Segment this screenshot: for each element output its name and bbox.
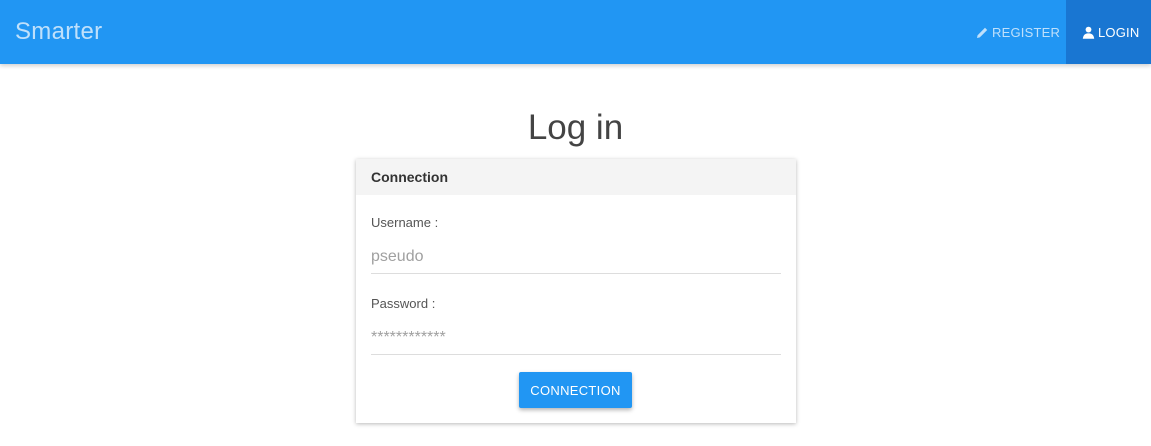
username-label: Username : — [371, 215, 439, 230]
nav-register-link[interactable]: REGISTER — [960, 0, 1066, 64]
navbar: Smarter REGISTER LOGIN — [0, 0, 1151, 64]
nav-login-link[interactable]: LOGIN — [1066, 0, 1151, 64]
username-input[interactable] — [371, 240, 781, 274]
card-header: Connection — [356, 159, 796, 195]
page-title: Log in — [527, 108, 624, 147]
login-card: Connection Username : Password : CONNECT… — [356, 159, 796, 423]
user-icon — [1081, 25, 1095, 39]
password-input[interactable] — [371, 321, 781, 355]
pencil-icon — [975, 25, 989, 39]
password-label: Password : — [371, 296, 436, 311]
brand-logo[interactable]: Smarter — [15, 18, 102, 46]
nav-register-label: REGISTER — [992, 24, 1061, 40]
nav-login-label: LOGIN — [1098, 24, 1140, 40]
connection-button[interactable]: CONNECTION — [519, 372, 632, 408]
